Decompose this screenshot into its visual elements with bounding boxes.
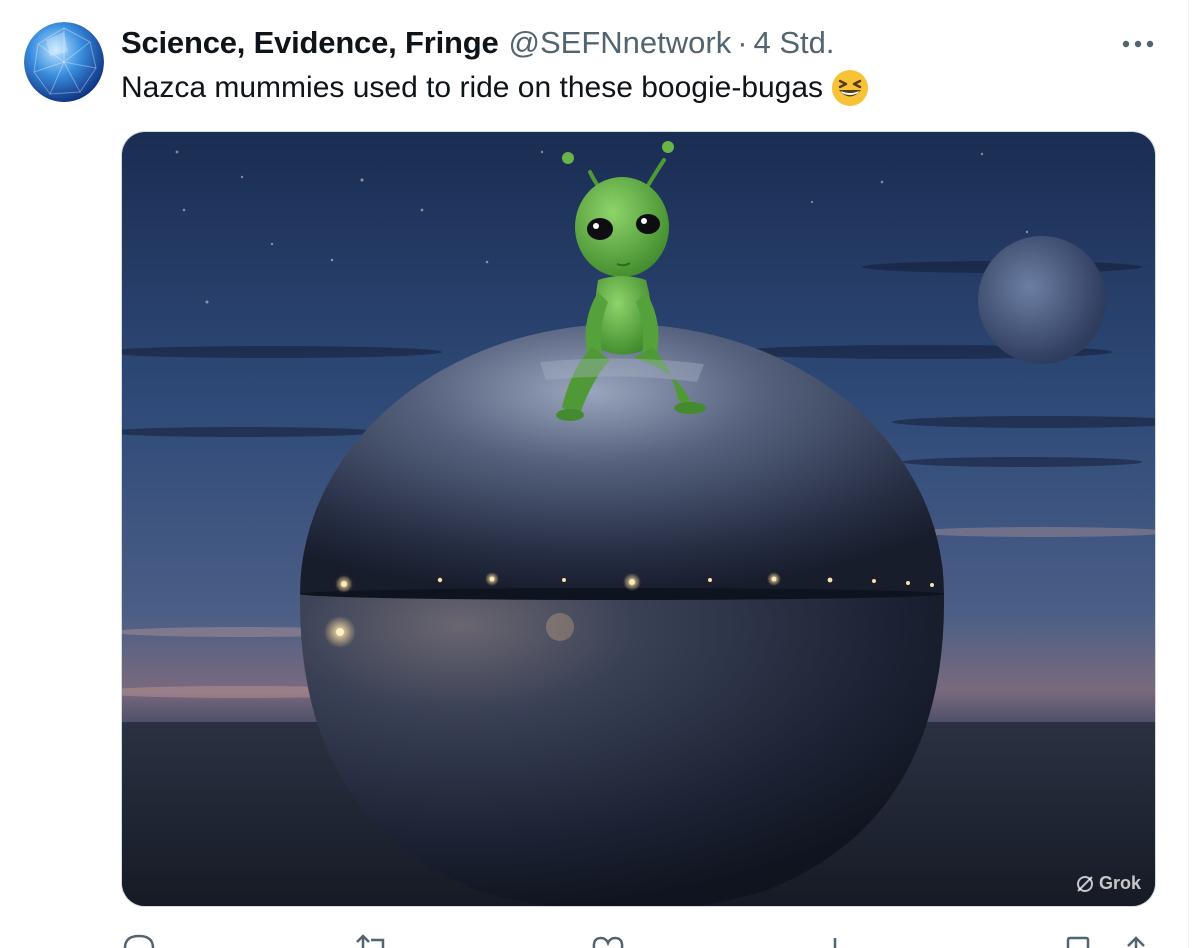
tweet-media-image[interactable]: Grok xyxy=(121,131,1156,907)
author-name[interactable]: Science, Evidence, Fringe xyxy=(121,25,499,61)
tweet-text: Nazca mummies used to ride on these boog… xyxy=(121,66,869,110)
avatar[interactable] xyxy=(24,22,104,102)
reply-icon xyxy=(123,934,155,948)
grinning-squinting-face-icon xyxy=(832,70,869,106)
watermark-text: Grok xyxy=(1098,873,1141,893)
like-button[interactable] xyxy=(591,930,627,948)
timeline-divider xyxy=(1188,0,1189,948)
share-button[interactable] xyxy=(1121,930,1151,948)
reply-button[interactable] xyxy=(121,930,157,948)
like-icon xyxy=(592,936,624,948)
tweet-header: Science, Evidence, Fringe @SEFNnetwork ·… xyxy=(121,22,835,64)
share-icon xyxy=(1127,936,1145,948)
tweet-text-content: Nazca mummies used to ride on these boog… xyxy=(121,71,824,104)
views-button[interactable] xyxy=(827,930,863,948)
more-button[interactable] xyxy=(1116,28,1160,60)
author-handle[interactable]: @SEFNnetwork xyxy=(509,25,732,61)
tweet-action-bar xyxy=(121,930,1161,948)
bookmark-icon xyxy=(1066,936,1090,948)
more-horizontal-icon xyxy=(1122,40,1154,48)
retweet-icon xyxy=(356,934,385,948)
grok-watermark: Grok xyxy=(1075,873,1141,894)
grok-logo-icon xyxy=(1076,875,1093,892)
tweet-timestamp[interactable]: 4 Std. xyxy=(754,25,835,61)
views-icon xyxy=(833,938,837,948)
bookmark-button[interactable] xyxy=(1063,930,1093,948)
header-separator: · xyxy=(737,25,748,60)
retweet-button[interactable] xyxy=(353,930,389,948)
avatar-image xyxy=(24,22,104,102)
alien-sphere-image xyxy=(122,132,1155,906)
